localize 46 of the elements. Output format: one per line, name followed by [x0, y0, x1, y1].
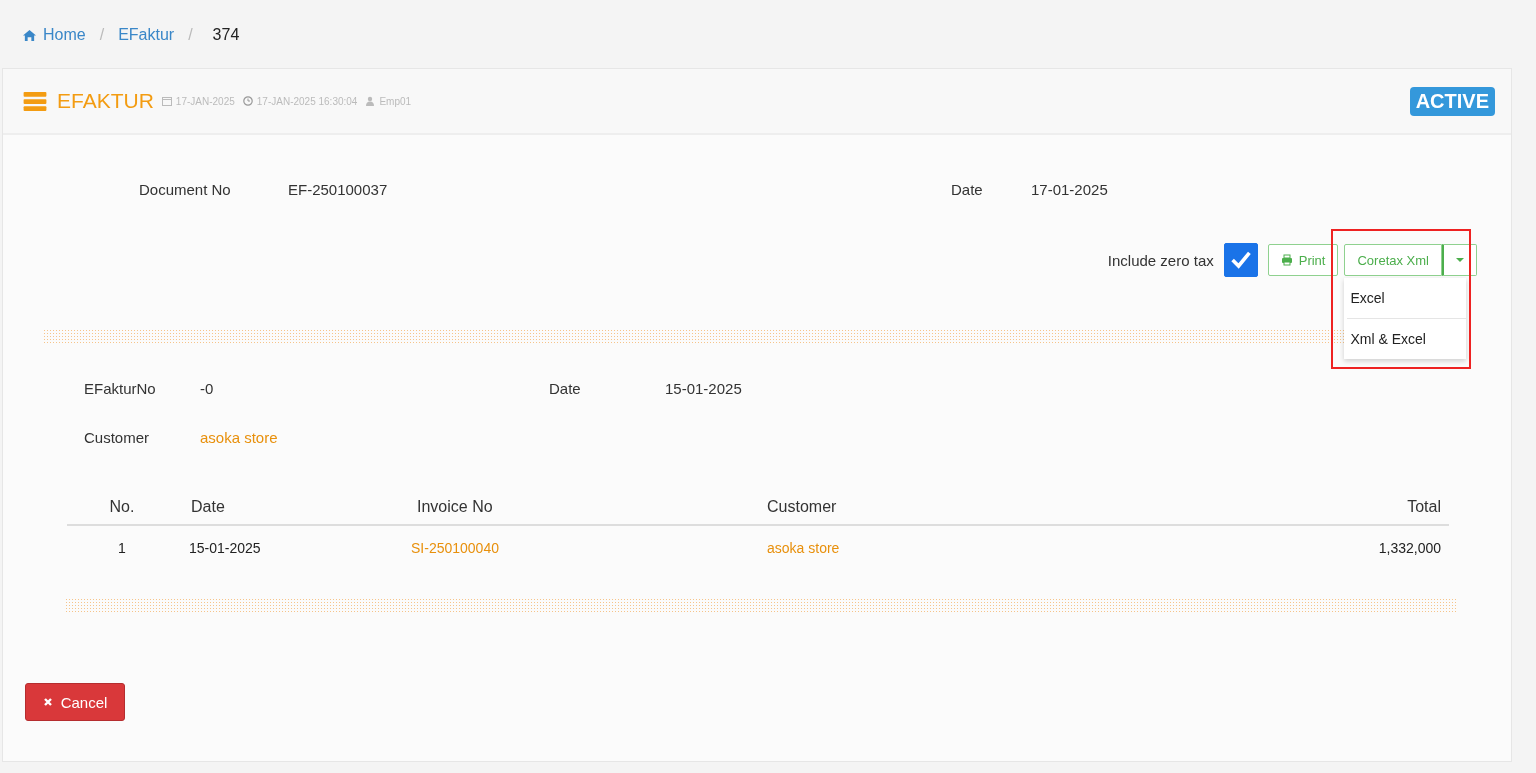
clock-icon: [242, 96, 253, 106]
breadcrumb-link[interactable]: Home: [43, 26, 86, 44]
table-link[interactable]: SI-250100040: [411, 525, 767, 562]
user-icon: [365, 96, 376, 106]
home-icon: [22, 28, 37, 42]
field-value: EF-250100037: [288, 181, 388, 198]
print-button[interactable]: Print: [1267, 244, 1339, 276]
close-icon: [42, 697, 53, 707]
breadcrumb-separator: /: [99, 26, 105, 44]
checkbox-label: Include zero tax: [1107, 251, 1214, 269]
field-label: EFakturNo: [84, 380, 157, 397]
menu-item[interactable]: Excel: [1347, 278, 1467, 319]
user-name: Emp01: [379, 95, 412, 107]
status-badge: ACTIVE: [1409, 86, 1495, 116]
checkbox[interactable]: [1223, 243, 1258, 277]
field-label: Date: [549, 380, 582, 397]
column-header: No.: [67, 498, 177, 525]
menu-item[interactable]: Xml & Excel: [1347, 319, 1467, 359]
breadcrumb-separator: /: [188, 26, 193, 44]
server-icon: [23, 91, 47, 111]
column-header: Date: [177, 498, 411, 525]
table-cell: 1,332,000: [1112, 525, 1449, 562]
page-title: EFAKTUR: [57, 89, 154, 113]
field-link[interactable]: asoka store: [200, 429, 549, 446]
breadcrumb-current: 374: [212, 26, 240, 44]
breadcrumb-link[interactable]: EFaktur: [118, 26, 175, 44]
column-header: Total: [1112, 498, 1449, 525]
export-button[interactable]: Coretax Xml: [1344, 244, 1442, 276]
table-cell: 15-01-2025: [177, 525, 411, 562]
field-label: Document No: [139, 181, 231, 198]
dropdown-toggle[interactable]: [1442, 244, 1477, 276]
table-link[interactable]: asoka store: [767, 525, 1113, 562]
modified-timestamp: 17-JAN-2025 16:30:04: [256, 95, 358, 107]
printer-icon: [1280, 254, 1293, 266]
calendar-icon: [161, 96, 172, 106]
field-value: 17-01-2025: [1031, 181, 1108, 198]
created-date: 17-JAN-2025: [175, 95, 235, 107]
table-cell: 1: [67, 525, 177, 562]
column-header: Invoice No: [411, 498, 767, 525]
column-header: Customer: [767, 498, 1113, 525]
field-label: Date: [951, 181, 983, 198]
field-value: -0: [200, 380, 215, 397]
field-label: Customer: [84, 429, 151, 446]
caret-icon: [1456, 258, 1464, 262]
cancel-button[interactable]: Cancel: [25, 683, 125, 721]
field-value: 15-01-2025: [665, 380, 743, 397]
